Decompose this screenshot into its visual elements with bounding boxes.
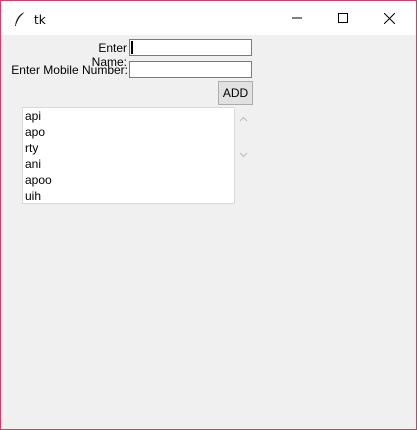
chevron-up-icon xyxy=(239,107,248,126)
title-bar[interactable]: tk xyxy=(1,1,416,35)
mobile-label: Enter Mobile Number: xyxy=(11,63,128,77)
list-item[interactable]: apoo xyxy=(23,172,234,188)
name-input[interactable] xyxy=(129,39,252,56)
scroll-down-button[interactable] xyxy=(235,145,252,159)
list-item[interactable]: uih xyxy=(23,188,234,203)
list-item[interactable]: ani xyxy=(23,156,234,172)
minimize-button[interactable] xyxy=(274,1,320,35)
list-item[interactable]: rty xyxy=(23,140,234,156)
list-item[interactable]: api xyxy=(23,108,234,124)
list-item[interactable]: apo xyxy=(23,124,234,140)
add-button[interactable]: ADD xyxy=(218,81,253,105)
app-window: tk Enter Name: Enter Mobile Number: ADD … xyxy=(0,0,417,430)
listbox-scrollbar[interactable] xyxy=(235,107,252,204)
close-button[interactable] xyxy=(366,1,412,35)
minimize-icon xyxy=(292,13,302,23)
mobile-input[interactable] xyxy=(129,61,252,78)
close-icon xyxy=(383,12,395,24)
maximize-icon xyxy=(338,13,348,23)
feather-icon xyxy=(13,11,27,27)
names-listbox[interactable]: api apo rty ani apoo uih xyxy=(22,107,235,204)
window-title: tk xyxy=(34,13,46,27)
maximize-button[interactable] xyxy=(320,1,366,35)
scroll-up-button[interactable] xyxy=(235,109,252,123)
text-cursor xyxy=(131,41,133,54)
chevron-down-icon xyxy=(239,143,248,162)
client-area: Enter Name: Enter Mobile Number: ADD api… xyxy=(1,35,416,429)
